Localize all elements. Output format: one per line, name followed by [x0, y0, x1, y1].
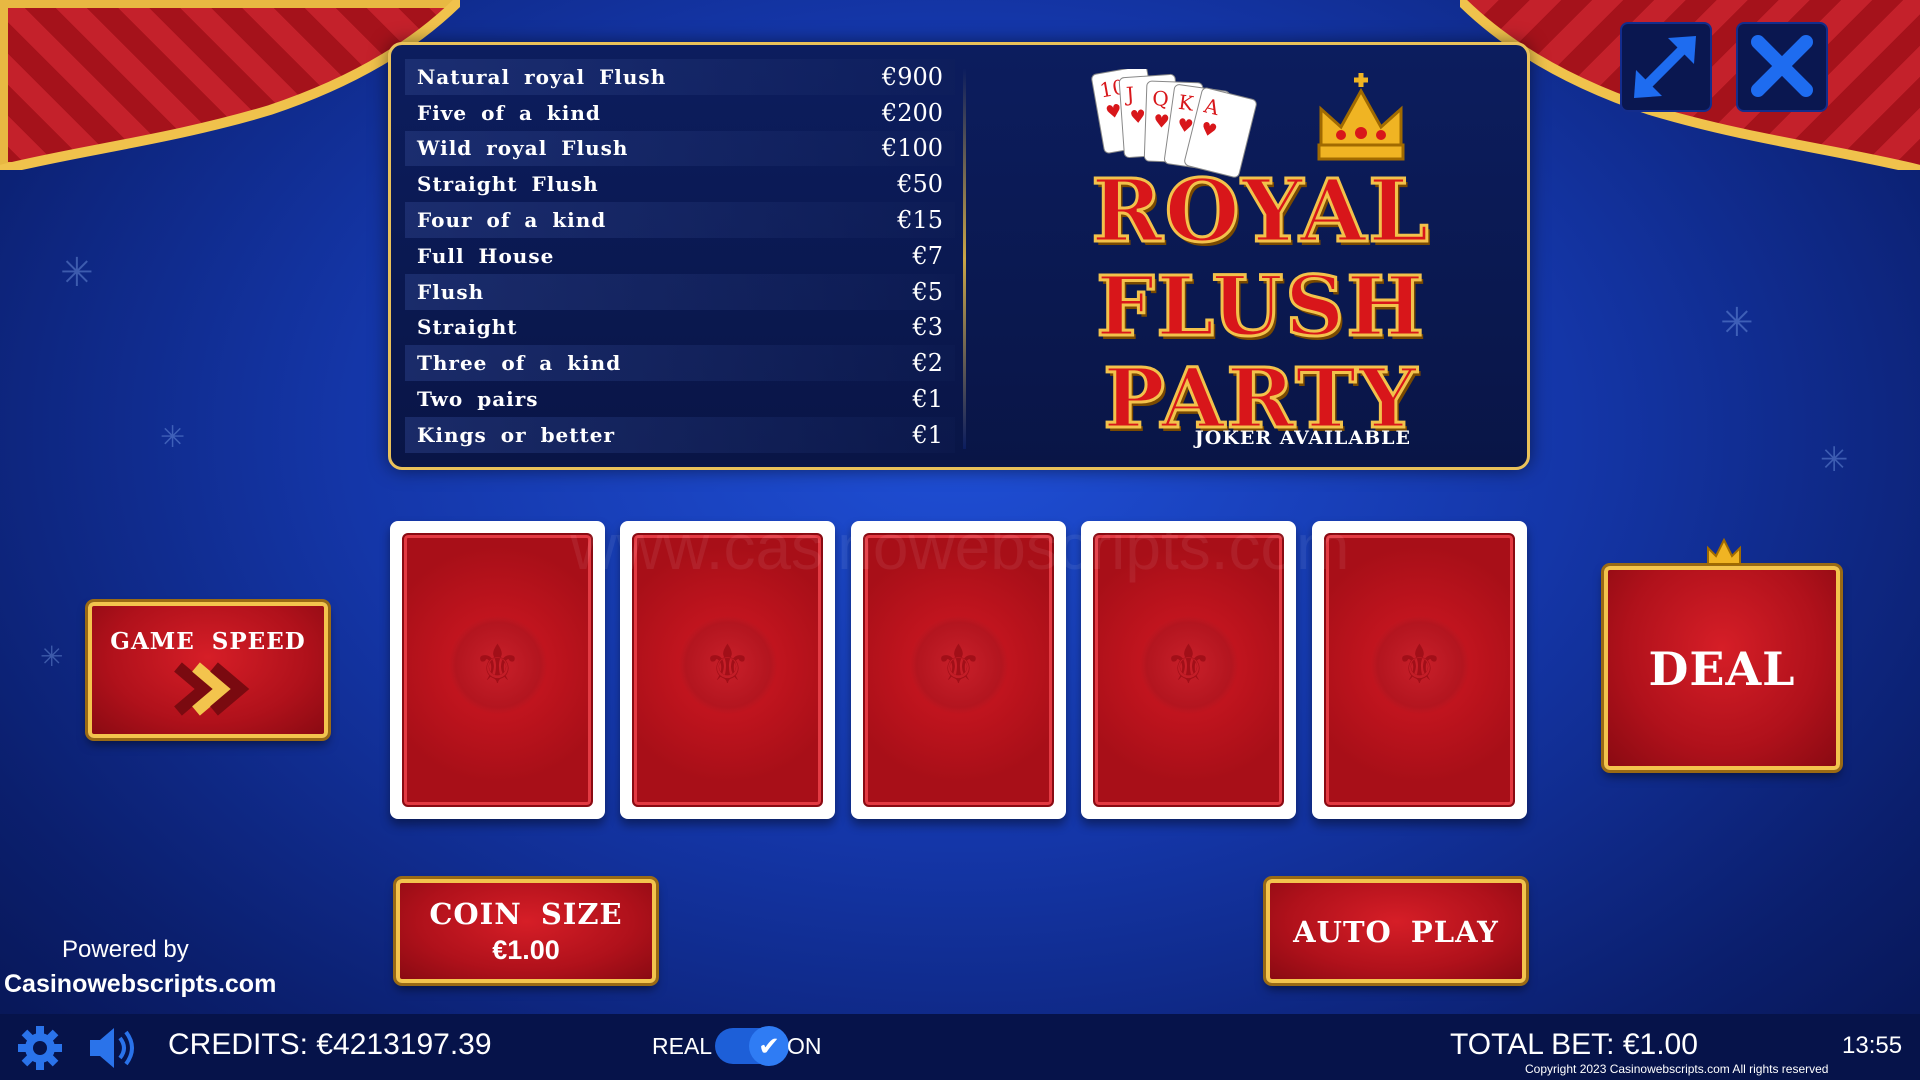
paytable-row: Five of a kind €200: [405, 95, 955, 131]
clock: 13:55: [1842, 1032, 1903, 1059]
paytable-row: Four of a kind €15: [405, 202, 955, 238]
paytable-divider: [963, 69, 966, 449]
watermark: www.casinowebscripts.com: [570, 511, 1350, 583]
total-bet-display: TOTAL BET: €1.00: [1450, 1028, 1698, 1061]
paytable-payout: €3: [912, 313, 943, 342]
coin-size-value: €1.00: [492, 935, 560, 965]
sparkle-decoration: ✳: [40, 640, 64, 673]
fullscreen-icon: [1634, 36, 1696, 98]
paytable-payout: €2: [912, 349, 943, 378]
close-button[interactable]: [1736, 22, 1828, 112]
paytable-payout: €200: [881, 98, 943, 127]
paytable-row: Wild royal Flush €100: [405, 130, 955, 167]
paytable-panel: Natural royal Flush €900 Five of a kind €20…: [388, 42, 1530, 470]
svg-text:♥: ♥: [1153, 111, 1170, 133]
real-mode-toggle[interactable]: ✔: [715, 1026, 789, 1066]
game-speed-label: GAME SPEED: [110, 628, 306, 655]
sparkle-decoration: ✳: [60, 250, 94, 296]
chevron-right-icon: [174, 662, 250, 716]
coin-size-button[interactable]: COIN SIZE €1.00: [396, 879, 656, 983]
paytable-payout: €5: [912, 277, 943, 306]
paytable-row: Full House €7: [405, 238, 955, 274]
paytable-hand-name: Full House: [417, 243, 555, 268]
paytable-row: Two pairs €1: [405, 381, 955, 417]
deal-button[interactable]: DEAL: [1604, 537, 1840, 770]
fleur-de-lis-icon: ⚜: [677, 614, 778, 715]
fleur-de-lis-icon: ⚜: [1138, 614, 1239, 715]
deal-label: DEAL: [1648, 642, 1796, 696]
fullscreen-button[interactable]: [1620, 22, 1712, 112]
paytable-row: Flush €5: [405, 273, 955, 310]
sparkle-decoration: ✳: [160, 420, 186, 455]
paytable-row: Three of a kind €2: [405, 345, 955, 382]
logo-line-flush: FLUSH: [1095, 258, 1426, 357]
joker-available-text: JOKER AVAILABLE: [1194, 427, 1411, 449]
paytable-row: Straight €3: [405, 310, 955, 346]
mode-label: REAL: [652, 1033, 713, 1059]
paytable-hand-name: Five of a kind: [417, 100, 601, 125]
crown-icon: [1317, 73, 1405, 161]
paytable-payout: €900: [881, 62, 943, 91]
sparkle-decoration: ✳: [1720, 300, 1754, 346]
logo-card-rank: Q: [1152, 86, 1169, 111]
paytable-row: Straight Flush €50: [405, 166, 955, 202]
sparkle-decoration: ✳: [1820, 440, 1849, 480]
paytable-hand-name: Four of a kind: [417, 208, 607, 233]
auto-play-button[interactable]: AUTO PLAY: [1266, 879, 1526, 983]
credits-display: CREDITS: €4213197.39: [168, 1028, 492, 1061]
paytable-payout: €1: [912, 385, 943, 414]
gear-icon[interactable]: [16, 1024, 64, 1072]
fleur-de-lis-icon: ⚜: [447, 614, 548, 715]
svg-text:♥: ♥: [1129, 106, 1147, 128]
paytable-payout: €1: [912, 420, 943, 449]
paytable-row: Kings or better €1: [405, 416, 955, 453]
close-icon: [1751, 35, 1813, 97]
paytable-hand-name: Two pairs: [417, 387, 539, 412]
copyright-text: Copyright 2023 Casinowebscripts.com All …: [1525, 1062, 1829, 1076]
paytable-hand-name: Flush: [417, 279, 485, 304]
paytable-payout: €15: [897, 206, 943, 235]
mode-state: ON: [787, 1033, 822, 1059]
paytable-payout: €100: [881, 134, 943, 163]
paytable-payout: €7: [912, 241, 943, 270]
paytable-hand-name: Natural royal Flush: [417, 64, 667, 89]
game-logo: 10 ♥ J ♥ Q ♥ K ♥ A ♥ ROYAL FLUSH PARTY JOKER AVAI…: [1041, 59, 1481, 459]
powered-by-line1: Powered by: [62, 936, 189, 963]
paytable: Natural royal Flush €900 Five of a kind €20…: [405, 59, 955, 453]
paytable-row: Natural royal Flush €900: [405, 59, 955, 95]
paytable-hand-name: Wild royal Flush: [417, 136, 629, 161]
checkmark-icon: ✔: [749, 1026, 789, 1066]
fleur-de-lis-icon: ⚜: [908, 614, 1009, 715]
crown-icon: [1707, 537, 1741, 565]
paytable-hand-name: Kings or better: [417, 422, 616, 447]
status-bar: CREDITS: €4213197.39 REAL ✔ ON TOTAL BET…: [0, 1014, 1920, 1080]
paytable-payout: €50: [897, 170, 943, 199]
auto-play-label: AUTO PLAY: [1293, 915, 1499, 949]
speaker-icon[interactable]: [86, 1024, 138, 1072]
logo-line-royal: ROYAL: [1090, 160, 1431, 264]
paytable-hand-name: Three of a kind: [417, 351, 622, 376]
coin-size-label: COIN SIZE: [429, 897, 623, 931]
fleur-de-lis-icon: ⚜: [1369, 614, 1470, 715]
game-speed-button[interactable]: GAME SPEED: [88, 602, 328, 738]
paytable-hand-name: Straight: [417, 315, 518, 340]
paytable-hand-name: Straight Flush: [417, 172, 599, 197]
powered-by-line2: Casinowebscripts.com: [4, 970, 277, 998]
